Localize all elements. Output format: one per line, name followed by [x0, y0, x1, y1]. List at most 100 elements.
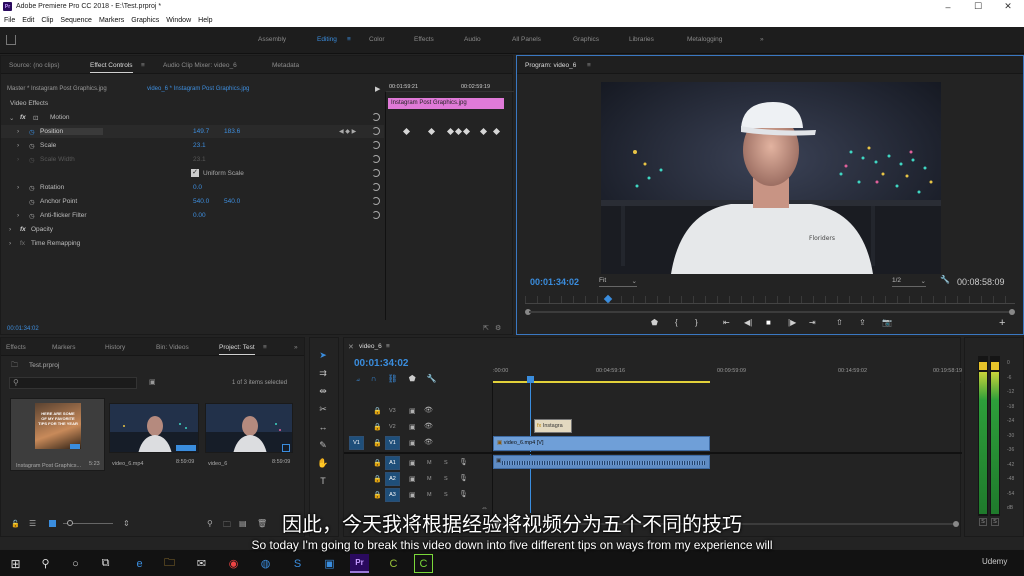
- home-icon[interactable]: [6, 35, 16, 45]
- reset-icon[interactable]: [372, 155, 380, 163]
- razor-tool-icon[interactable]: ✂: [317, 404, 329, 415]
- project-search-input[interactable]: ⚲: [9, 377, 137, 389]
- effect-clip-bar[interactable]: Instagram Post Graphics.jpg: [388, 98, 504, 109]
- tab-menu-icon[interactable]: ≡: [587, 62, 591, 69]
- expand-chevron-icon[interactable]: ⌄: [9, 114, 14, 122]
- reset-icon[interactable]: [372, 169, 380, 177]
- export-frame-icon[interactable]: ⇱: [483, 324, 489, 332]
- keyframe-nav-icon[interactable]: ◀ ◆ ▶: [339, 128, 356, 135]
- camtasia-icon[interactable]: C: [384, 554, 403, 573]
- sync-lock-icon[interactable]: ▣: [409, 459, 416, 467]
- microphone-icon[interactable]: 🎙: [459, 458, 468, 466]
- sync-lock-icon[interactable]: ▣: [409, 423, 416, 431]
- tab-source[interactable]: Source: (no clips): [9, 62, 60, 69]
- tab-overflow-icon[interactable]: »: [294, 344, 298, 351]
- uniform-scale-row[interactable]: ✓ Uniform Scale: [1, 167, 384, 180]
- workspace-color[interactable]: Color: [369, 36, 385, 43]
- track-target-a2[interactable]: A2: [385, 472, 400, 486]
- workspace-effects[interactable]: Effects: [414, 36, 434, 43]
- mute-button[interactable]: M: [427, 476, 432, 482]
- keyframe-marker[interactable]: [492, 127, 501, 136]
- task-view-icon[interactable]: ⧉: [96, 554, 115, 573]
- lock-icon[interactable]: 🔒: [373, 475, 382, 483]
- file-explorer-icon[interactable]: 🗀: [160, 554, 179, 573]
- keyframe-marker[interactable]: [446, 127, 455, 136]
- step-forward-icon[interactable]: |▶: [788, 318, 796, 327]
- prop-row[interactable]: › ◷ Position 149.7 183.6 ◀ ◆ ▶: [1, 125, 384, 138]
- type-tool-icon[interactable]: T: [317, 476, 329, 486]
- extract-icon[interactable]: ⇪: [859, 318, 866, 327]
- prop-row[interactable]: › ◷ Anti-flicker Filter 0.00: [1, 209, 384, 222]
- keyframe-marker[interactable]: [479, 127, 488, 136]
- tab-menu-icon[interactable]: ≡: [141, 62, 145, 69]
- time-remapping-row[interactable]: › fx Time Remapping: [1, 237, 384, 250]
- prop-row[interactable]: ◷ Anchor Point 540.0 540.0: [1, 195, 384, 208]
- tab-audio-clip-mixer[interactable]: Audio Clip Mixer: video_6: [163, 62, 237, 69]
- menu-window[interactable]: Window: [166, 17, 191, 24]
- nest-icon[interactable]: ⟓: [356, 374, 360, 384]
- workspace-libraries[interactable]: Libraries: [629, 36, 654, 43]
- stop-icon[interactable]: ■: [766, 318, 771, 327]
- reset-icon[interactable]: [372, 141, 380, 149]
- menu-graphics[interactable]: Graphics: [131, 17, 159, 24]
- chrome-icon[interactable]: ◉: [224, 554, 243, 573]
- cortana-icon[interactable]: ○: [66, 554, 85, 573]
- mute-button[interactable]: M: [427, 492, 432, 498]
- lock-icon[interactable]: 🔒: [373, 423, 382, 431]
- microphone-icon[interactable]: 🎙: [459, 490, 468, 498]
- program-timecode[interactable]: 00:01:34:02: [530, 277, 579, 287]
- prop-row[interactable]: › ◷ Scale 23.1: [1, 139, 384, 152]
- stopwatch-icon[interactable]: ◷: [29, 142, 35, 150]
- program-title[interactable]: Program: video_6: [525, 62, 576, 69]
- workspace-metalogging[interactable]: Metalogging: [687, 36, 722, 43]
- menu-sequence[interactable]: Sequence: [60, 17, 92, 24]
- lock-icon[interactable]: 🔒: [373, 491, 382, 499]
- pen-tool-icon[interactable]: ✎: [317, 440, 329, 451]
- search-icon[interactable]: ⚲: [36, 554, 55, 573]
- project-item-video-mp4[interactable]: [109, 403, 199, 453]
- sync-lock-icon[interactable]: ▣: [409, 475, 416, 483]
- add-marker-icon[interactable]: ⬟: [651, 318, 658, 327]
- zoom-scroll-bar[interactable]: [525, 309, 1015, 315]
- eye-icon[interactable]: 👁: [424, 406, 433, 414]
- prop-row[interactable]: › ◷ Rotation 0.0: [1, 181, 384, 194]
- ripple-edit-tool-icon[interactable]: ⇹: [317, 386, 329, 397]
- skype-icon[interactable]: S: [288, 554, 307, 573]
- expand-chevron-icon[interactable]: ›: [9, 240, 11, 247]
- close-sequence-icon[interactable]: ✕: [348, 343, 354, 351]
- microphone-icon[interactable]: 🎙: [459, 474, 468, 482]
- mark-in-icon[interactable]: {: [675, 318, 678, 327]
- tab-project[interactable]: Project: Test: [219, 344, 255, 355]
- tab-effect-controls[interactable]: Effect Controls: [90, 62, 133, 73]
- go-to-in-icon[interactable]: ⇤: [723, 318, 730, 327]
- tab-markers[interactable]: Markers: [52, 344, 75, 351]
- project-item-sequence[interactable]: [205, 403, 293, 453]
- go-to-out-icon[interactable]: ⇥: [809, 318, 816, 327]
- sequence-tab[interactable]: video_6: [359, 343, 382, 350]
- step-back-icon[interactable]: ◀|: [744, 318, 752, 327]
- workspace-menu-icon[interactable]: ≡: [347, 36, 351, 43]
- resolution-dropdown[interactable]: 1/2 ⌄: [892, 277, 926, 287]
- expand-chevron-icon[interactable]: ›: [9, 226, 11, 233]
- close-button[interactable]: ✕: [993, 0, 1023, 13]
- expand-chevron-icon[interactable]: ›: [17, 212, 19, 219]
- settings-icon[interactable]: ⚙: [495, 324, 501, 332]
- add-marker-icon[interactable]: ⬟: [409, 374, 416, 384]
- stopwatch-icon[interactable]: ◷: [29, 128, 35, 136]
- track-target-a1[interactable]: A1: [385, 456, 400, 470]
- prop-value-x[interactable]: 540.0: [193, 198, 209, 205]
- mini-time-ruler[interactable]: 00:01:59:21 00:02:59:19: [386, 82, 514, 92]
- sync-lock-icon[interactable]: ▣: [409, 491, 416, 499]
- solo-button[interactable]: S: [444, 476, 448, 482]
- project-item-graphics[interactable]: HERE ARE SOME OF MY FAVORITE TIPS FOR TH…: [10, 398, 105, 471]
- tab-bin-videos[interactable]: Bin: Videos: [156, 344, 189, 351]
- menu-file[interactable]: File: [4, 17, 15, 24]
- sync-lock-icon[interactable]: ▣: [409, 439, 416, 447]
- reset-icon[interactable]: [372, 183, 380, 191]
- menu-markers[interactable]: Markers: [99, 17, 124, 24]
- tab-history[interactable]: History: [105, 344, 125, 351]
- sync-lock-icon[interactable]: ▣: [409, 407, 416, 415]
- expand-chevron-icon[interactable]: ›: [17, 128, 19, 135]
- selection-tool-icon[interactable]: ➤: [317, 350, 329, 361]
- keyframe-marker[interactable]: [462, 127, 471, 136]
